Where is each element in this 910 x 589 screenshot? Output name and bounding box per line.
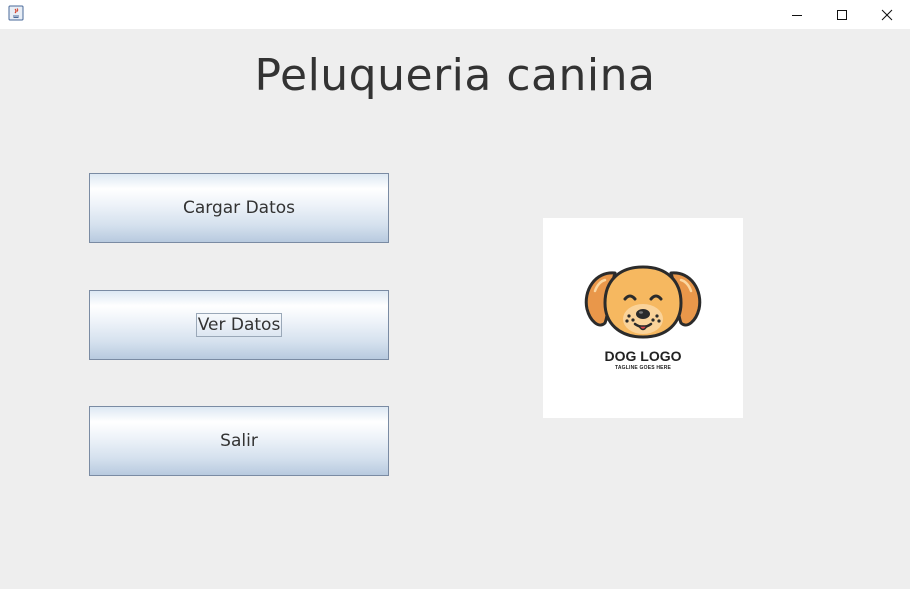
dog-logo-image: DOG LOGO TAGLINE GOES HERE — [543, 218, 743, 418]
cargar-datos-label: Cargar Datos — [182, 198, 295, 218]
title-bar[interactable] — [0, 0, 910, 29]
java-app-icon[interactable] — [8, 5, 24, 21]
close-button[interactable] — [864, 0, 910, 29]
close-icon — [881, 9, 893, 20]
salir-label: Salir — [220, 431, 258, 451]
minimize-icon — [792, 14, 802, 16]
logo-title: DOG LOGO — [604, 348, 682, 364]
salir-button[interactable]: Salir — [89, 406, 389, 476]
app-window: Peluqueria canina Cargar Datos Ver Datos… — [0, 0, 910, 589]
page-title: Peluqueria canina — [254, 50, 656, 101]
logo-tagline: TAGLINE GOES HERE — [614, 365, 672, 371]
minimize-button[interactable] — [774, 0, 820, 29]
cargar-datos-button[interactable]: Cargar Datos — [89, 173, 389, 243]
dog-face-icon — [584, 265, 702, 339]
ver-datos-button[interactable]: Ver Datos — [89, 290, 389, 360]
maximize-button[interactable] — [819, 0, 865, 29]
maximize-icon — [837, 9, 847, 20]
ver-datos-label: Ver Datos — [195, 313, 283, 337]
